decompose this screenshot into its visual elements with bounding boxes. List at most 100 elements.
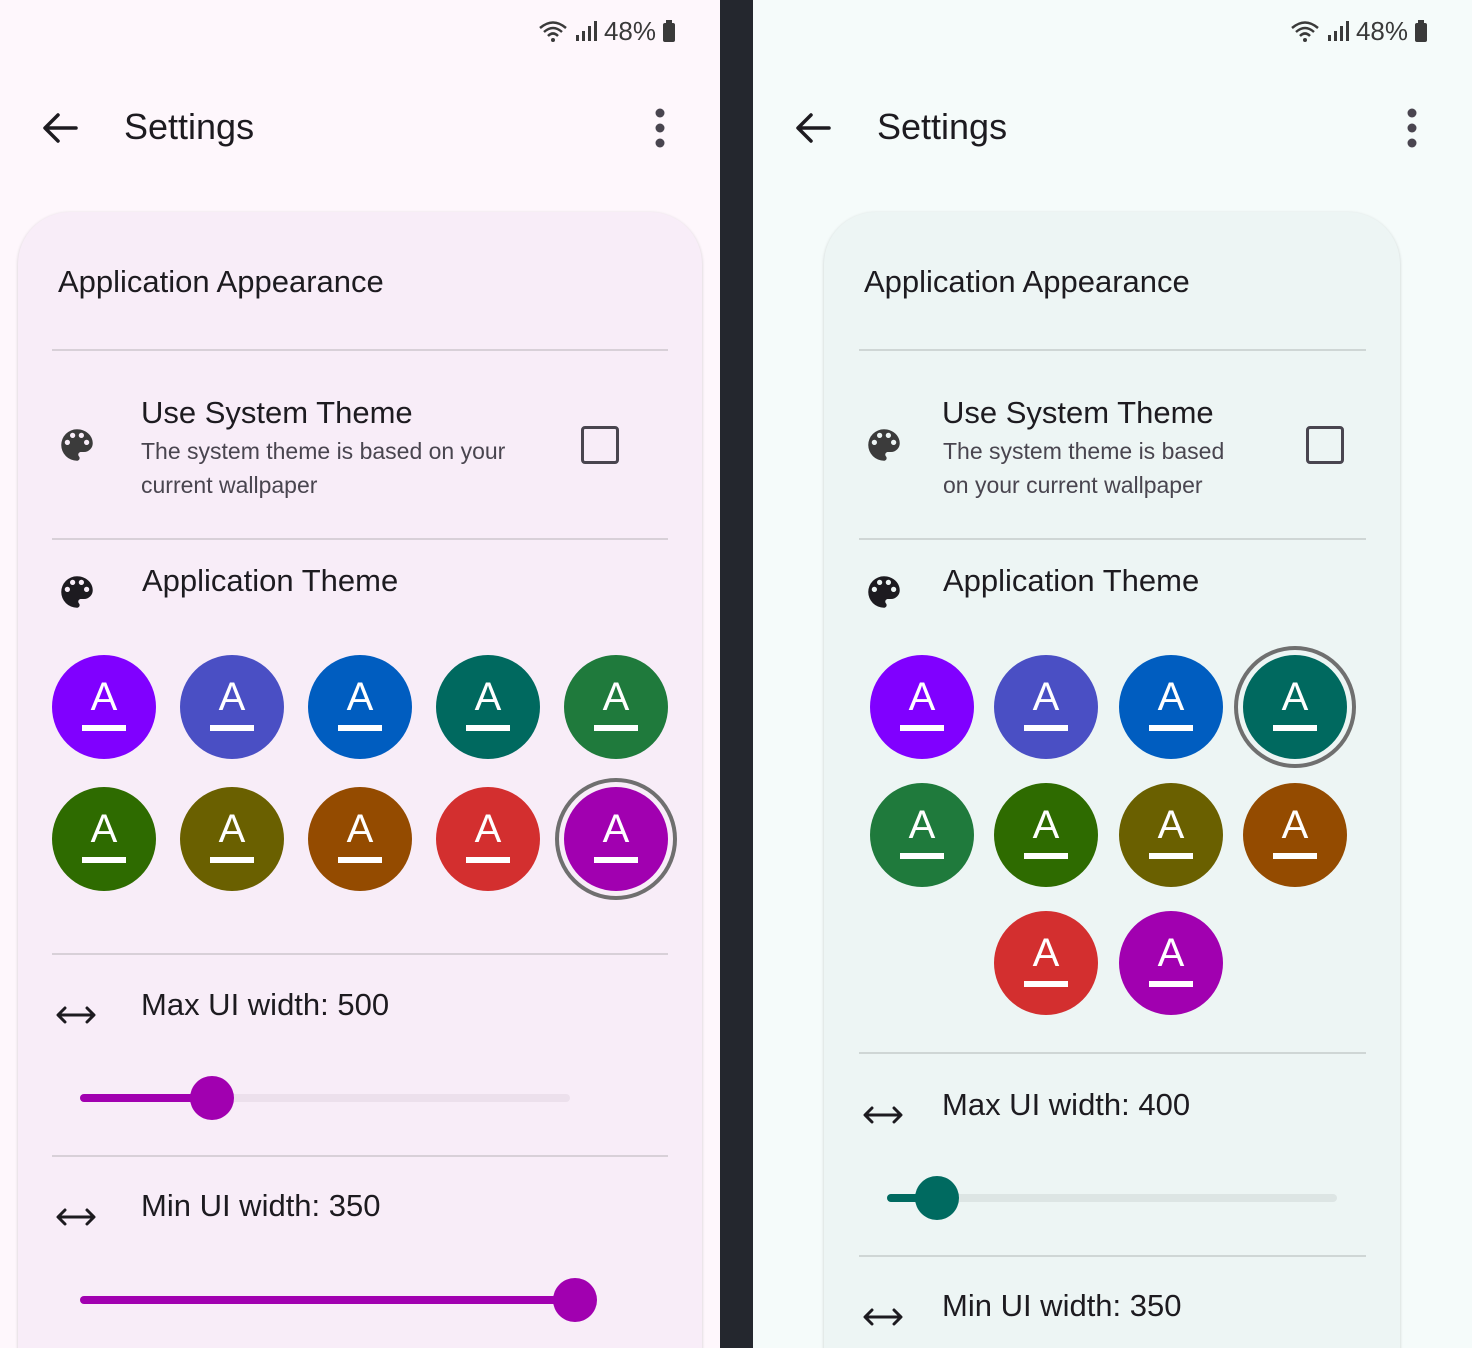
- swatch-underline: [338, 725, 382, 731]
- theme-swatch[interactable]: A: [1119, 911, 1223, 1015]
- theme-swatch[interactable]: A: [436, 787, 540, 891]
- use-system-theme-checkbox[interactable]: [1306, 426, 1344, 464]
- page-title: Settings: [877, 106, 1008, 147]
- swatch-underline: [82, 857, 126, 863]
- battery-percent: 48%: [1355, 15, 1408, 46]
- divider: [859, 349, 1366, 351]
- max-ui-width-label: Max UI width: 400: [942, 1087, 1191, 1122]
- min-ui-width-slider[interactable]: [80, 1278, 597, 1322]
- screen-divider: [720, 0, 753, 1348]
- horizontal-arrows-icon: [863, 1308, 903, 1326]
- swatch-letter: A: [1032, 675, 1060, 719]
- swatch-letter: A: [1157, 931, 1185, 975]
- swatch-letter: A: [218, 675, 246, 719]
- theme-swatch[interactable]: A: [436, 655, 540, 759]
- slider-thumb[interactable]: [914, 1176, 959, 1220]
- status-bar: 48%: [538, 14, 676, 48]
- use-system-theme-subtitle-line1: The system theme is based on your: [141, 438, 506, 464]
- section-title: Application Appearance: [864, 264, 1190, 299]
- swatch-letter: A: [346, 675, 374, 719]
- divider: [859, 1255, 1366, 1257]
- swatch-underline: [210, 857, 254, 863]
- swatch-underline: [1149, 725, 1193, 731]
- settings-screen-left: 48% Settings Application Appearance Use …: [0, 0, 720, 1348]
- swatch-underline: [900, 853, 944, 859]
- slider-thumb[interactable]: [552, 1278, 597, 1322]
- top-app-bar: Settings: [753, 90, 1472, 166]
- theme-swatch[interactable]: A: [1119, 783, 1223, 887]
- palette-icon: [868, 576, 900, 608]
- swatch-underline: [1149, 853, 1193, 859]
- min-ui-width-label: Min UI width: 350: [141, 1188, 381, 1223]
- theme-swatch[interactable]: A: [52, 787, 156, 891]
- theme-swatch[interactable]: A: [308, 787, 412, 891]
- back-arrow-icon[interactable]: [793, 108, 833, 148]
- theme-swatch[interactable]: A: [308, 655, 412, 759]
- swatch-letter: A: [90, 675, 118, 719]
- max-ui-width-slider[interactable]: [80, 1076, 570, 1120]
- theme-swatch[interactable]: A: [870, 783, 974, 887]
- theme-swatch[interactable]: A: [555, 778, 677, 900]
- min-ui-width-label: Min UI width: 350: [942, 1288, 1182, 1323]
- signal-icon: [1327, 21, 1349, 41]
- use-system-theme-checkbox[interactable]: [581, 426, 619, 464]
- divider: [859, 1052, 1366, 1054]
- swatch-letter: A: [602, 675, 630, 719]
- swatch-underline: [900, 725, 944, 731]
- theme-swatch[interactable]: A: [870, 655, 974, 759]
- divider: [859, 538, 1366, 540]
- horizontal-arrows-icon: [56, 1208, 96, 1226]
- palette-icon: [61, 576, 93, 608]
- max-ui-width-slider[interactable]: [887, 1176, 1337, 1220]
- theme-swatch[interactable]: A: [180, 787, 284, 891]
- back-arrow-icon[interactable]: [40, 108, 80, 148]
- more-vert-icon[interactable]: [1404, 108, 1420, 148]
- wifi-icon: [1291, 21, 1319, 42]
- swatch-letter: A: [602, 807, 630, 851]
- swatch-letter: A: [1281, 803, 1309, 847]
- swatch-underline: [594, 857, 638, 863]
- divider: [52, 349, 668, 351]
- swatch-letter: A: [1157, 675, 1185, 719]
- theme-swatch[interactable]: A: [994, 783, 1098, 887]
- use-system-theme-subtitle-line2: on your current wallpaper: [943, 472, 1203, 498]
- top-app-bar: Settings: [0, 90, 720, 166]
- swatch-underline: [594, 725, 638, 731]
- horizontal-arrows-icon: [56, 1006, 96, 1024]
- divider: [52, 538, 668, 540]
- swatch-underline: [1273, 725, 1317, 731]
- swatch-letter: A: [218, 807, 246, 851]
- settings-screen-right: 48% Settings Application Appearance Use …: [753, 0, 1472, 1348]
- slider-thumb[interactable]: [190, 1076, 235, 1120]
- battery-icon: [1415, 20, 1427, 42]
- wifi-icon: [539, 21, 567, 42]
- divider: [52, 953, 668, 955]
- max-ui-width-label: Max UI width: 500: [141, 987, 390, 1022]
- use-system-theme-title: Use System Theme: [141, 395, 413, 430]
- theme-swatch[interactable]: A: [1234, 646, 1356, 768]
- page-title: Settings: [124, 106, 255, 147]
- theme-swatch[interactable]: A: [564, 655, 668, 759]
- swatch-underline: [466, 857, 510, 863]
- theme-swatch[interactable]: A: [994, 655, 1098, 759]
- slider-active-track: [80, 1296, 575, 1304]
- swatch-underline: [1024, 853, 1068, 859]
- more-vert-icon[interactable]: [652, 108, 668, 148]
- swatch-underline: [1273, 853, 1317, 859]
- battery-icon: [663, 20, 675, 42]
- swatch-letter: A: [1032, 931, 1060, 975]
- application-theme-title: Application Theme: [142, 563, 399, 598]
- swatch-underline: [1149, 981, 1193, 987]
- swatch-letter: A: [90, 807, 118, 851]
- theme-swatch[interactable]: A: [180, 655, 284, 759]
- theme-swatch[interactable]: A: [1243, 783, 1347, 887]
- use-system-theme-subtitle-line1: The system theme is based: [943, 438, 1225, 464]
- theme-swatch[interactable]: A: [52, 655, 156, 759]
- theme-swatch[interactable]: A: [1119, 655, 1223, 759]
- swatch-underline: [82, 725, 126, 731]
- swatch-letter: A: [908, 675, 936, 719]
- swatch-letter: A: [346, 807, 374, 851]
- palette-icon: [61, 429, 93, 461]
- swatch-letter: A: [908, 803, 936, 847]
- theme-swatch[interactable]: A: [994, 911, 1098, 1015]
